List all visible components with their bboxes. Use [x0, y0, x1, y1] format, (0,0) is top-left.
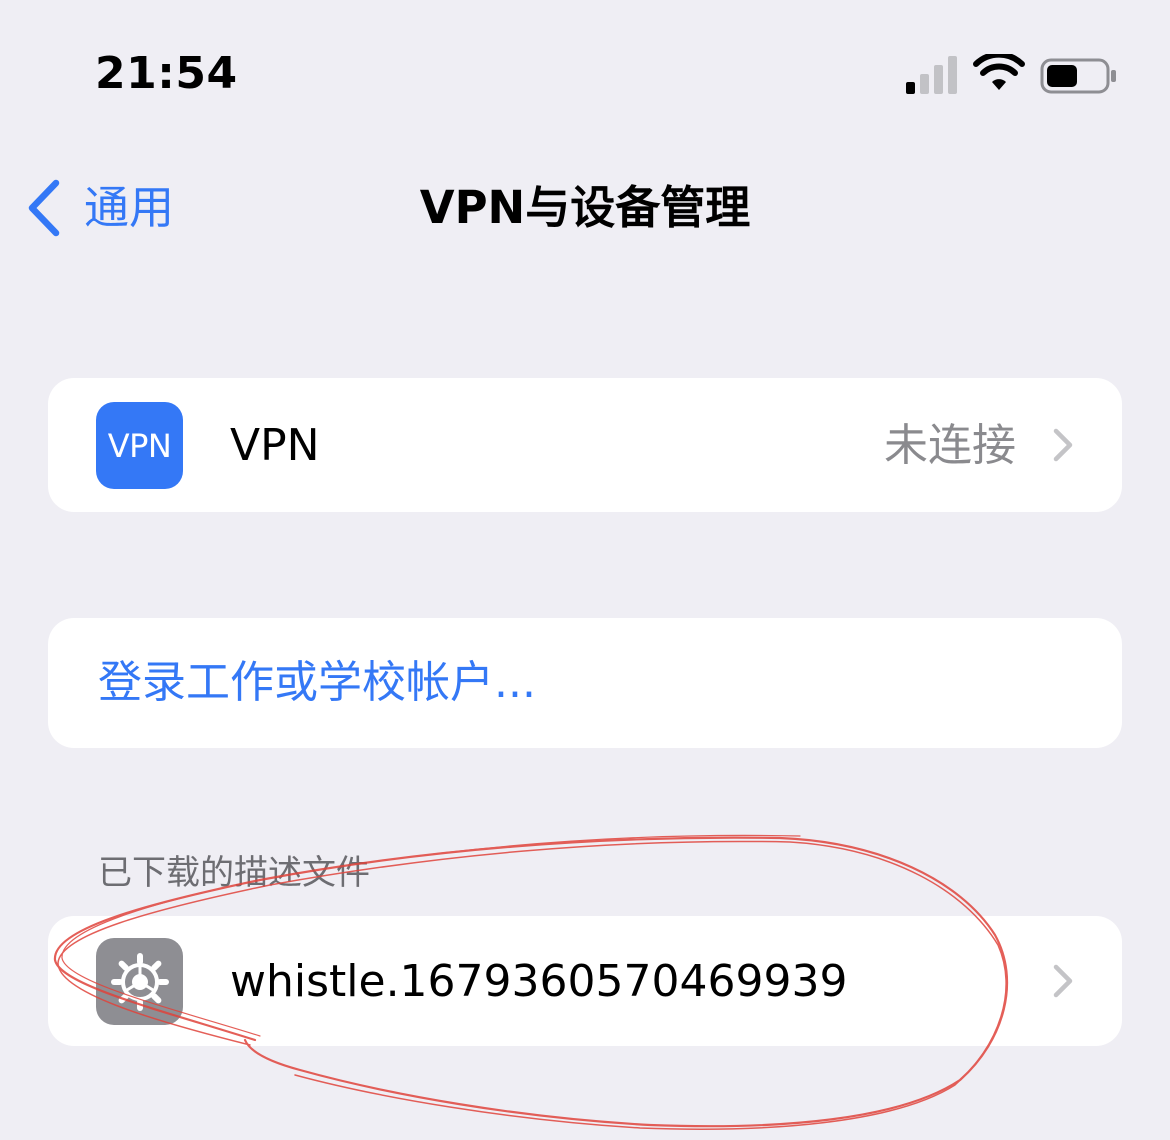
login-work-school-link[interactable]: 登录工作或学校帐户...	[98, 653, 536, 713]
status-icons	[0, 52, 1170, 98]
battery-icon	[1040, 58, 1116, 94]
settings-gear-icon	[96, 938, 183, 1025]
chevron-right-icon	[1053, 964, 1073, 998]
profile-name: whistle.16793605704699​39	[230, 956, 848, 1007]
vpn-status: 未连接	[884, 420, 1016, 471]
wifi-icon	[973, 54, 1025, 90]
page-title: VPN与设备管理	[419, 181, 751, 234]
vpn-row-label: VPN	[230, 420, 320, 471]
vpn-icon-text: VPN	[107, 426, 172, 465]
gear-glyph	[110, 952, 169, 1011]
cellular-signal-icon	[906, 56, 957, 94]
login-work-school-row[interactable]: 登录工作或学校帐户...	[48, 618, 1122, 748]
vpn-row[interactable]: VPN VPN 未连接	[48, 378, 1122, 512]
chevron-right-icon	[1053, 428, 1073, 462]
section-header-downloaded-profiles: 已下载的描述文件	[98, 853, 370, 893]
vpn-icon: VPN	[96, 402, 183, 489]
profile-row[interactable]: whistle.16793605704699​39	[48, 916, 1122, 1046]
